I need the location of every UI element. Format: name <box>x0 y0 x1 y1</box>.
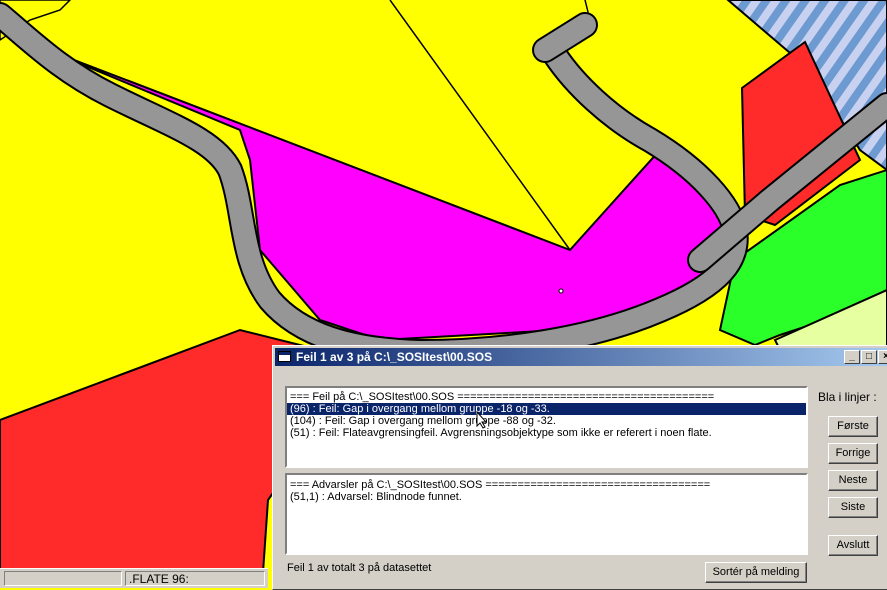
error-list-item[interactable]: (51) : Feil: Flateavgrensingfeil. Avgren… <box>287 427 806 439</box>
status-cell-left <box>4 571 122 586</box>
error-list-header[interactable]: === Feil på C:\_SOSItest\00.SOS ========… <box>287 391 806 403</box>
warning-list[interactable]: === Advarsler på C:\_SOSItest\00.SOS ===… <box>285 473 808 555</box>
warning-list-header[interactable]: === Advarsler på C:\_SOSItest\00.SOS ===… <box>287 479 806 491</box>
error-dialog: Feil 1 av 3 på C:\_SOSItest\00.SOS _ □ ×… <box>272 345 887 590</box>
browse-lines-label: Bla i linjer : <box>818 390 877 404</box>
next-button[interactable]: Neste <box>828 470 878 491</box>
minimize-button[interactable]: _ <box>844 350 860 364</box>
dialog-title: Feil 1 av 3 på C:\_SOSItest\00.SOS <box>296 350 493 364</box>
status-message: Feil 1 av totalt 3 på datasettet <box>287 562 432 574</box>
dialog-titlebar[interactable]: Feil 1 av 3 på C:\_SOSItest\00.SOS _ □ × <box>275 348 887 366</box>
sort-by-message-button[interactable]: Sortér på melding <box>705 562 807 583</box>
maximize-button[interactable]: □ <box>861 350 877 364</box>
last-button[interactable]: Siste <box>828 497 878 518</box>
error-list-item[interactable]: (104) : Feil: Gap i overgang mellom grup… <box>287 415 806 427</box>
first-button[interactable]: Første <box>828 416 878 437</box>
status-bar: .FLATE 96: <box>0 568 268 588</box>
close-window-button[interactable]: × <box>878 350 887 364</box>
error-list-item-selected[interactable]: (96) : Feil: Gap i overgang mellom grupp… <box>287 403 806 415</box>
node-marker <box>558 288 564 294</box>
mouse-cursor-icon <box>476 411 488 429</box>
warning-list-item[interactable]: (51,1) : Advarsel: Blindnode funnet. <box>287 491 806 503</box>
status-cell-feature: .FLATE 96: <box>125 571 265 586</box>
close-button[interactable]: Avslutt <box>828 535 878 556</box>
window-icon <box>278 351 291 362</box>
error-list[interactable]: === Feil på C:\_SOSItest\00.SOS ========… <box>285 386 808 468</box>
previous-button[interactable]: Forrige <box>828 443 878 464</box>
